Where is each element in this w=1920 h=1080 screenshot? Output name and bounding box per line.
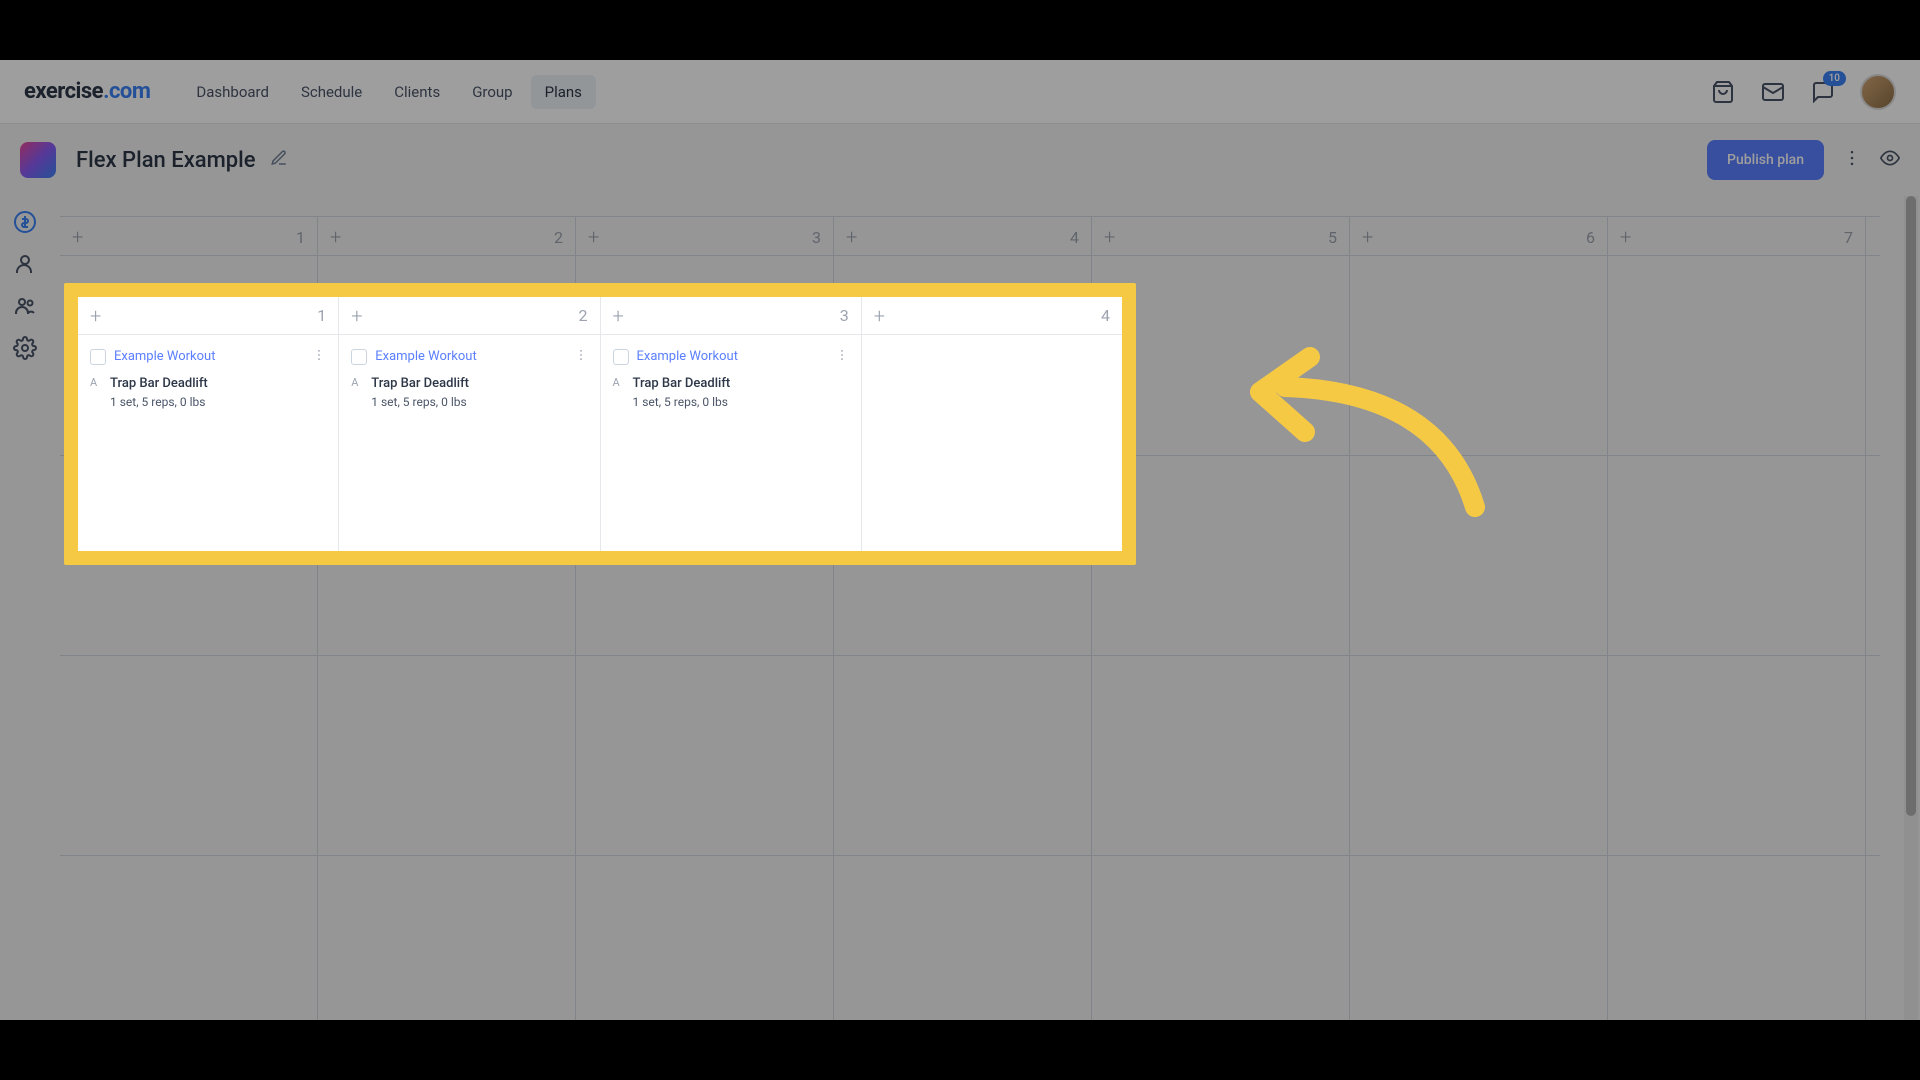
day-number: 4 xyxy=(1101,306,1110,325)
left-sidebar xyxy=(0,196,50,360)
workout-checkbox[interactable] xyxy=(613,349,629,365)
plan-color-icon xyxy=(20,142,56,178)
day-number: 1 xyxy=(317,306,326,325)
add-day-icon[interactable]: + xyxy=(874,304,885,328)
add-day-icon[interactable]: + xyxy=(1104,225,1115,249)
scrollbar-track[interactable] xyxy=(1904,196,1918,1020)
day-cell[interactable] xyxy=(60,656,318,855)
scrollbar-thumb[interactable] xyxy=(1906,196,1916,816)
exercise-letter: A xyxy=(351,376,363,389)
workout-checkbox[interactable] xyxy=(90,349,106,365)
brand-part2: .com xyxy=(103,79,150,104)
nav-group[interactable]: Group xyxy=(458,75,526,109)
day-cell[interactable] xyxy=(1608,656,1866,855)
day-number: 2 xyxy=(554,228,563,247)
add-day-icon[interactable]: + xyxy=(90,304,101,328)
day-number: 1 xyxy=(296,228,305,247)
publish-plan-button[interactable]: Publish plan xyxy=(1707,140,1824,180)
day-number: 7 xyxy=(1844,228,1853,247)
highlight-day-col: + 1 Example Workout A Trap Bar Deadlift … xyxy=(78,297,339,551)
mail-icon[interactable] xyxy=(1760,79,1786,105)
grid-week-row xyxy=(60,656,1880,856)
highlight-annotation-box: + 1 Example Workout A Trap Bar Deadlift … xyxy=(64,283,1136,565)
plan-title: Flex Plan Example xyxy=(76,148,256,173)
day-cell[interactable] xyxy=(1350,656,1608,855)
top-navigation: exercise.com Dashboard Schedule Clients … xyxy=(0,60,1920,124)
chat-icon[interactable]: 10 xyxy=(1810,79,1836,105)
day-number: 6 xyxy=(1586,228,1595,247)
more-options-icon[interactable] xyxy=(1842,148,1862,172)
workout-name-link[interactable]: Example Workout xyxy=(637,349,738,364)
add-day-icon[interactable]: + xyxy=(846,225,857,249)
add-day-icon[interactable]: + xyxy=(330,225,341,249)
exercise-detail: 1 set, 5 reps, 0 lbs xyxy=(633,395,849,409)
day-cell[interactable] xyxy=(576,856,834,1020)
shopping-bag-icon[interactable] xyxy=(1710,79,1736,105)
workout-more-icon[interactable] xyxy=(312,347,326,366)
nav-schedule[interactable]: Schedule xyxy=(287,75,376,109)
group-icon[interactable] xyxy=(13,294,37,318)
day-cell[interactable] xyxy=(1608,856,1866,1020)
page-header: Flex Plan Example Publish plan xyxy=(0,124,1920,196)
day-cell[interactable] xyxy=(1608,456,1866,655)
exercise-detail: 1 set, 5 reps, 0 lbs xyxy=(371,395,587,409)
day-number: 5 xyxy=(1328,228,1337,247)
day-cell[interactable] xyxy=(60,856,318,1020)
day-cell[interactable] xyxy=(834,656,1092,855)
nav-links: Dashboard Schedule Clients Group Plans xyxy=(182,75,596,109)
workout-more-icon[interactable] xyxy=(835,347,849,366)
brand-logo: exercise.com xyxy=(24,79,150,104)
edit-title-icon[interactable] xyxy=(270,149,288,171)
day-cell[interactable] xyxy=(1350,856,1608,1020)
day-cell[interactable] xyxy=(1092,856,1350,1020)
day-cell[interactable] xyxy=(318,656,576,855)
workout-name-link[interactable]: Example Workout xyxy=(114,349,215,364)
nav-dashboard[interactable]: Dashboard xyxy=(182,75,283,109)
grid-header-row: +1 +2 +3 +4 +5 +6 +7 xyxy=(60,216,1880,256)
nav-right: 10 xyxy=(1710,74,1896,110)
exercise-detail: 1 set, 5 reps, 0 lbs xyxy=(110,395,326,409)
exercise-letter: A xyxy=(613,376,625,389)
header-actions: Publish plan xyxy=(1707,140,1900,180)
add-day-icon[interactable]: + xyxy=(1620,225,1631,249)
brand-part1: exercise xyxy=(24,79,103,104)
day-cell[interactable] xyxy=(576,656,834,855)
exercise-letter: A xyxy=(90,376,102,389)
day-cell[interactable] xyxy=(1092,656,1350,855)
day-number: 2 xyxy=(579,306,588,325)
workout-more-icon[interactable] xyxy=(574,347,588,366)
dollar-icon[interactable] xyxy=(13,210,37,234)
user-avatar[interactable] xyxy=(1860,74,1896,110)
workout-checkbox[interactable] xyxy=(351,349,367,365)
notification-badge: 10 xyxy=(1823,71,1846,86)
day-cell[interactable] xyxy=(318,856,576,1020)
day-cell[interactable] xyxy=(1350,256,1608,455)
nav-plans[interactable]: Plans xyxy=(531,75,596,109)
add-day-icon[interactable]: + xyxy=(613,304,624,328)
add-day-icon[interactable]: + xyxy=(588,225,599,249)
preview-eye-icon[interactable] xyxy=(1880,148,1900,172)
exercise-name: Trap Bar Deadlift xyxy=(371,376,469,391)
highlight-day-col: + 2 Example Workout A Trap Bar Deadlift … xyxy=(339,297,600,551)
day-number: 3 xyxy=(840,306,849,325)
nav-clients[interactable]: Clients xyxy=(380,75,454,109)
highlight-day-col: + 4 xyxy=(862,297,1122,551)
day-number: 4 xyxy=(1070,228,1079,247)
add-day-icon[interactable]: + xyxy=(72,225,83,249)
day-cell[interactable] xyxy=(1350,456,1608,655)
add-day-icon[interactable]: + xyxy=(351,304,362,328)
person-icon[interactable] xyxy=(13,252,37,276)
day-number: 3 xyxy=(812,228,821,247)
settings-gear-icon[interactable] xyxy=(13,336,37,360)
exercise-name: Trap Bar Deadlift xyxy=(110,376,208,391)
workout-name-link[interactable]: Example Workout xyxy=(375,349,476,364)
exercise-name: Trap Bar Deadlift xyxy=(633,376,731,391)
day-cell[interactable] xyxy=(834,856,1092,1020)
highlight-day-col: + 3 Example Workout A Trap Bar Deadlift … xyxy=(601,297,862,551)
grid-week-row xyxy=(60,856,1880,1020)
day-cell[interactable] xyxy=(1608,256,1866,455)
add-day-icon[interactable]: + xyxy=(1362,225,1373,249)
